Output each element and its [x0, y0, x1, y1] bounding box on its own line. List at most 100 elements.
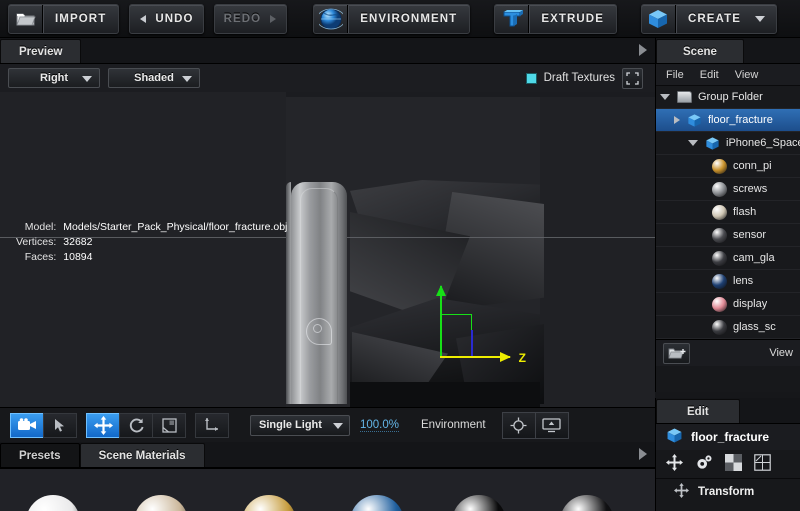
scene-menubar: File Edit View — [656, 64, 800, 86]
scene-tree-row-label: glass_sc — [733, 321, 776, 333]
edit-panel: Edit floor_fracture — [655, 398, 800, 511]
new-folder-button[interactable] — [663, 343, 690, 364]
scene-tree-row-label: cam_gla — [733, 252, 775, 264]
scene-tree-row[interactable]: screws — [656, 178, 800, 201]
blue-material[interactable] — [350, 495, 404, 511]
folder-icon — [9, 5, 43, 33]
target-icon-button[interactable] — [502, 412, 536, 439]
scale-tool-button[interactable] — [152, 413, 186, 438]
pivot-tool-button[interactable] — [195, 413, 229, 438]
chevron-right-icon[interactable] — [674, 116, 680, 124]
light-dropdown[interactable]: Single Light — [250, 415, 350, 436]
scene-tree-row[interactable]: glass_sc — [656, 316, 800, 339]
shading-dropdown[interactable]: Shaded — [108, 68, 200, 88]
phone-body-highlight — [300, 188, 338, 404]
menu-edit[interactable]: Edit — [700, 69, 719, 81]
tab-presets[interactable]: Presets — [0, 443, 80, 467]
gizmo-axis-y[interactable] — [440, 286, 442, 358]
gizmo-axis-z[interactable]: Z — [440, 356, 510, 358]
cube-icon — [666, 427, 683, 447]
materials-tabbar: Presets Scene Materials — [0, 442, 655, 468]
scene-tree-row-label: iPhone6_Space — [726, 137, 800, 149]
menu-view[interactable]: View — [735, 69, 759, 81]
environment-button[interactable]: ENVIRONMENT — [313, 4, 470, 34]
material-sphere-icon — [712, 320, 727, 335]
gold-material[interactable] — [242, 495, 296, 511]
scene-tree-row[interactable]: floor_fracture — [656, 109, 800, 132]
tab-scene-materials[interactable]: Scene Materials — [80, 443, 205, 467]
light-intensity-value[interactable]: 100.0% — [360, 419, 399, 432]
dark-glass-material[interactable] — [560, 495, 614, 511]
environment-button-group — [502, 412, 568, 439]
undo-label: UNDO — [146, 13, 202, 25]
scene-panel: Scene File Edit View Group Folder floor_f… — [655, 38, 800, 392]
material-sphere-strip — [0, 468, 655, 511]
tab-edit[interactable]: Edit — [656, 399, 740, 423]
phone-port-inner — [313, 324, 322, 333]
import-button[interactable]: IMPORT — [8, 4, 119, 34]
folder-icon — [677, 91, 692, 103]
gizmo-axis-x[interactable] — [471, 330, 473, 356]
chevron-down-icon[interactable] — [660, 94, 670, 100]
beige-material[interactable] — [134, 495, 188, 511]
scene-tree-row[interactable]: iPhone6_Space — [656, 132, 800, 155]
gear-icon[interactable] — [695, 454, 713, 474]
main-toolbar: IMPORT UNDO REDO ENVIRONMENT — [0, 0, 800, 38]
tab-preview[interactable]: Preview — [0, 39, 81, 63]
fracture-shard — [350, 382, 540, 407]
chevron-down-icon[interactable] — [755, 16, 765, 22]
display-icon-button[interactable] — [535, 412, 569, 439]
edit-tabbar: Edit — [656, 398, 800, 424]
extrude-button[interactable]: EXTRUDE — [494, 4, 617, 34]
create-button[interactable]: CREATE — [641, 4, 777, 34]
chevron-down-icon[interactable] — [688, 140, 698, 146]
model-value: Models/Starter_Pack_Physical/floor_fract… — [63, 220, 287, 235]
camera-tool-button[interactable] — [10, 413, 44, 438]
viewport-toolbar: Single Light 100.0% Environment — [0, 407, 655, 442]
move-icon[interactable] — [666, 454, 683, 474]
material-sphere-icon — [712, 297, 727, 312]
redo-label: REDO — [215, 13, 271, 25]
material-sphere-icon — [712, 182, 727, 197]
collapse-preview-icon[interactable] — [639, 44, 647, 56]
chevron-down-icon — [82, 76, 92, 82]
scene-tree-row[interactable]: display — [656, 293, 800, 316]
edit-object-header: floor_fracture — [656, 424, 800, 450]
menu-file[interactable]: File — [666, 69, 684, 81]
transform-row[interactable]: Transform — [656, 479, 800, 505]
viewport-3d[interactable]: Model: Models/Starter_Pack_Physical/floo… — [0, 92, 655, 407]
rotate-tool-button[interactable] — [119, 413, 153, 438]
extrude-label: EXTRUDE — [529, 13, 616, 25]
undo-button[interactable]: UNDO — [129, 4, 203, 34]
uv-layout-icon[interactable] — [754, 454, 771, 474]
preview-panel: Preview Right Shaded Draft Textures — [0, 38, 655, 442]
pivot-tool-group — [195, 413, 228, 438]
scene-tree-row[interactable]: flash — [656, 201, 800, 224]
tab-scene[interactable]: Scene — [656, 39, 744, 63]
white-material[interactable] — [26, 495, 80, 511]
import-label: IMPORT — [43, 13, 118, 25]
scene-tree-row[interactable]: sensor — [656, 224, 800, 247]
gizmo-plane-yz — [442, 314, 472, 336]
scene-tree: Group Folder floor_fracture iPhone6_Spacec… — [656, 86, 800, 339]
model-key: Model: — [16, 220, 63, 235]
scene-tree-row[interactable]: cam_gla — [656, 247, 800, 270]
checker-icon[interactable] — [725, 454, 742, 474]
draft-textures-checkbox[interactable] — [526, 73, 537, 84]
fullscreen-button[interactable] — [622, 68, 643, 89]
select-tool-button[interactable] — [43, 413, 77, 438]
axis-gizmo[interactable]: Z — [440, 270, 530, 358]
nav-tool-group — [10, 413, 76, 438]
view-dropdown[interactable]: Right — [8, 68, 100, 88]
collapse-materials-icon[interactable] — [639, 448, 647, 460]
create-label: CREATE — [676, 13, 753, 25]
arrow-right-icon — [270, 15, 276, 23]
scene-tree-row[interactable]: Group Folder — [656, 86, 800, 109]
scene-tree-row[interactable]: lens — [656, 270, 800, 293]
move-tool-button[interactable] — [86, 413, 120, 438]
redo-button[interactable]: REDO — [214, 4, 288, 34]
scene-tree-row-label: Group Folder — [698, 91, 763, 103]
black-material[interactable] — [452, 495, 506, 511]
scene-tree-row[interactable]: conn_pi — [656, 155, 800, 178]
scene-view-label[interactable]: View — [769, 347, 793, 359]
